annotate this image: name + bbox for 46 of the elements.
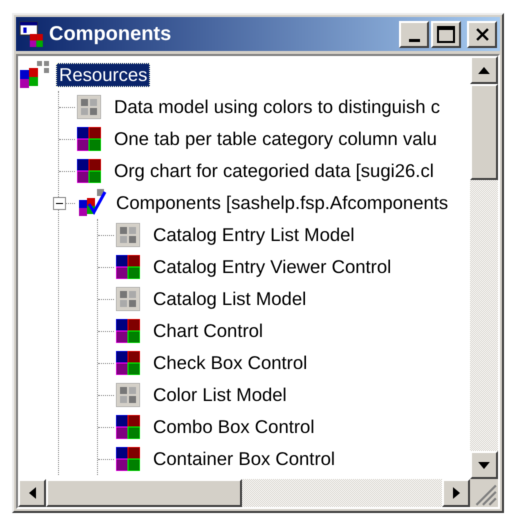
tree-item[interactable]: Color List Model: [150, 383, 290, 407]
minimize-button[interactable]: [399, 20, 429, 48]
scroll-up-button[interactable]: [470, 56, 498, 84]
tree-item[interactable]: Chart Control: [150, 319, 266, 343]
checked-grid-icon: [77, 188, 107, 218]
color-grid-icon: [116, 351, 140, 375]
scroll-down-button[interactable]: [470, 451, 498, 479]
scroll-thumb[interactable]: [470, 84, 498, 180]
grid-icon: [116, 223, 140, 247]
app-icon: [19, 21, 45, 47]
color-grid-icon: [77, 159, 101, 183]
right-arrow-icon: [452, 487, 460, 499]
color-grid-icon: [116, 255, 140, 279]
grid-icon: [116, 383, 140, 407]
tree-item[interactable]: Container Box Control: [150, 447, 338, 471]
color-grid-icon: [116, 447, 140, 471]
horizontal-scrollbar[interactable]: [18, 479, 470, 507]
resize-grip-icon[interactable]: [470, 479, 498, 507]
color-grid-icon: [77, 127, 101, 151]
color-grid-icon: [116, 319, 140, 343]
resources-icon: [20, 60, 50, 90]
collapse-toggle[interactable]: [53, 197, 66, 210]
grid-icon: [77, 95, 101, 119]
tree-item[interactable]: Check Box Control: [150, 351, 310, 375]
scroll-thumb[interactable]: [46, 479, 242, 507]
tree-item[interactable]: Resources: [56, 63, 150, 87]
tree-item[interactable]: Org chart for categoried data [sugi26.cl: [111, 159, 437, 183]
tree-item[interactable]: Catalog Entry Viewer Control: [150, 255, 394, 279]
down-arrow-icon: [478, 462, 490, 468]
tree-item[interactable]: Catalog List Model: [150, 287, 310, 311]
vertical-scrollbar[interactable]: [470, 56, 498, 479]
tree-item[interactable]: One tab per table category column valu: [111, 127, 440, 151]
window-title: Components: [49, 22, 172, 46]
scroll-right-button[interactable]: [442, 479, 470, 507]
close-icon: [476, 28, 488, 40]
color-grid-icon: [116, 415, 140, 439]
close-button[interactable]: [467, 20, 497, 48]
tree-item[interactable]: Components [sashelp.fsp.Afcomponents: [113, 191, 452, 215]
tree-item[interactable]: Catalog Entry List Model: [150, 223, 358, 247]
scroll-left-button[interactable]: [18, 479, 46, 507]
grid-icon: [116, 287, 140, 311]
tree-item[interactable]: Data model using colors to distinguish c: [111, 95, 443, 119]
tree-item[interactable]: Combo Box Control: [150, 415, 318, 439]
left-arrow-icon: [28, 487, 36, 499]
maximize-button[interactable]: [431, 20, 461, 48]
up-arrow-icon: [478, 66, 490, 74]
